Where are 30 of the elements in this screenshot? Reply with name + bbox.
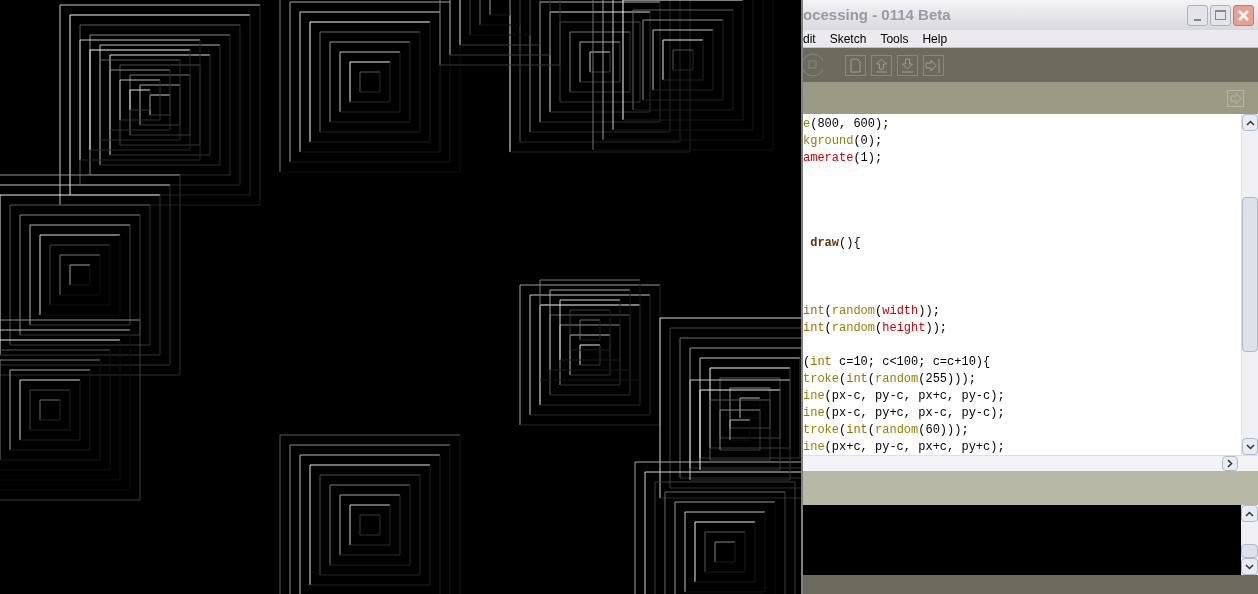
export-icon[interactable] (923, 54, 944, 76)
menu-item[interactable]: Help (922, 29, 948, 48)
code-line: troke(int(random(60))); (803, 423, 969, 437)
code-line: ine(px-c, py-c, px+c, py-c); (803, 389, 1005, 403)
code-line: ine(px-c, py+c, px-c, py-c); (803, 406, 1005, 420)
code-line: troke(int(random(255))); (803, 372, 976, 386)
horizontal-scrollbar[interactable] (803, 455, 1258, 471)
window-title: ocessing - 0114 Beta (803, 4, 951, 25)
code-line: amerate(1); (803, 151, 883, 165)
open-icon[interactable] (871, 54, 892, 76)
console-scrollbar[interactable] (1241, 505, 1258, 575)
close-button[interactable] (1233, 4, 1254, 26)
minimize-button[interactable] (1187, 4, 1208, 26)
code-line: int(random(height)); (803, 321, 948, 335)
scrollbar-thumb[interactable] (1241, 544, 1258, 558)
new-file-icon[interactable] (845, 54, 866, 76)
code-line: int(random(width)); (803, 304, 940, 318)
scrollbar-thumb[interactable] (1242, 197, 1258, 352)
menu-item[interactable]: dit (803, 29, 816, 48)
code-line: kground(0); (803, 134, 883, 148)
code-line: e(800, 600); (803, 117, 890, 131)
maximize-button[interactable] (1210, 4, 1231, 26)
code-line: ine(px+c, py-c, px+c, py+c); (803, 440, 1005, 454)
code-line: (int c=10; c<100; c=c+10){ (803, 355, 991, 369)
menu-item[interactable]: Tools (880, 29, 909, 48)
save-icon[interactable] (897, 54, 918, 76)
code-line: draw(){ (809, 236, 861, 250)
vertical-scrollbar[interactable] (1241, 114, 1258, 455)
menu-item[interactable]: Sketch (829, 29, 867, 48)
close-icon (1238, 9, 1249, 21)
